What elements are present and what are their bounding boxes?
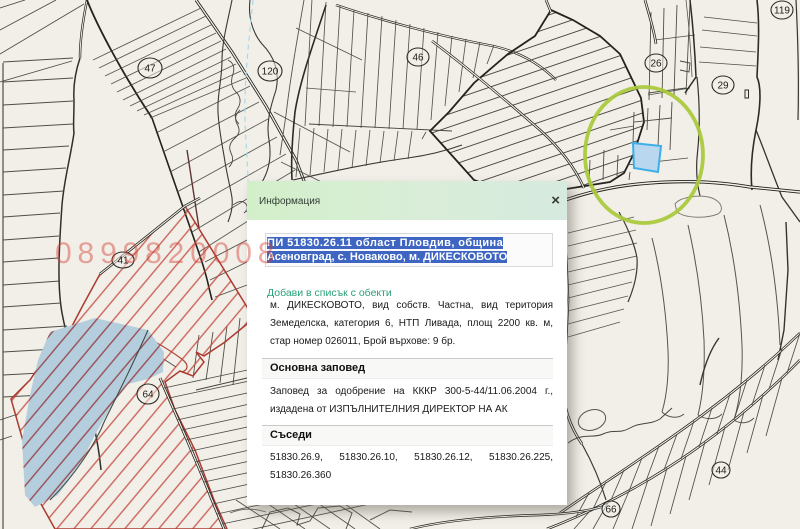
svg-text:44: 44 (715, 466, 727, 477)
svg-text:66: 66 (605, 505, 617, 516)
svg-text:119: 119 (774, 6, 790, 17)
svg-text:64: 64 (142, 390, 154, 401)
svg-text:47: 47 (144, 64, 156, 75)
svg-text:120: 120 (262, 67, 279, 78)
svg-text:46: 46 (412, 53, 424, 64)
svg-text:29: 29 (717, 81, 729, 92)
svg-text:26: 26 (650, 59, 662, 70)
